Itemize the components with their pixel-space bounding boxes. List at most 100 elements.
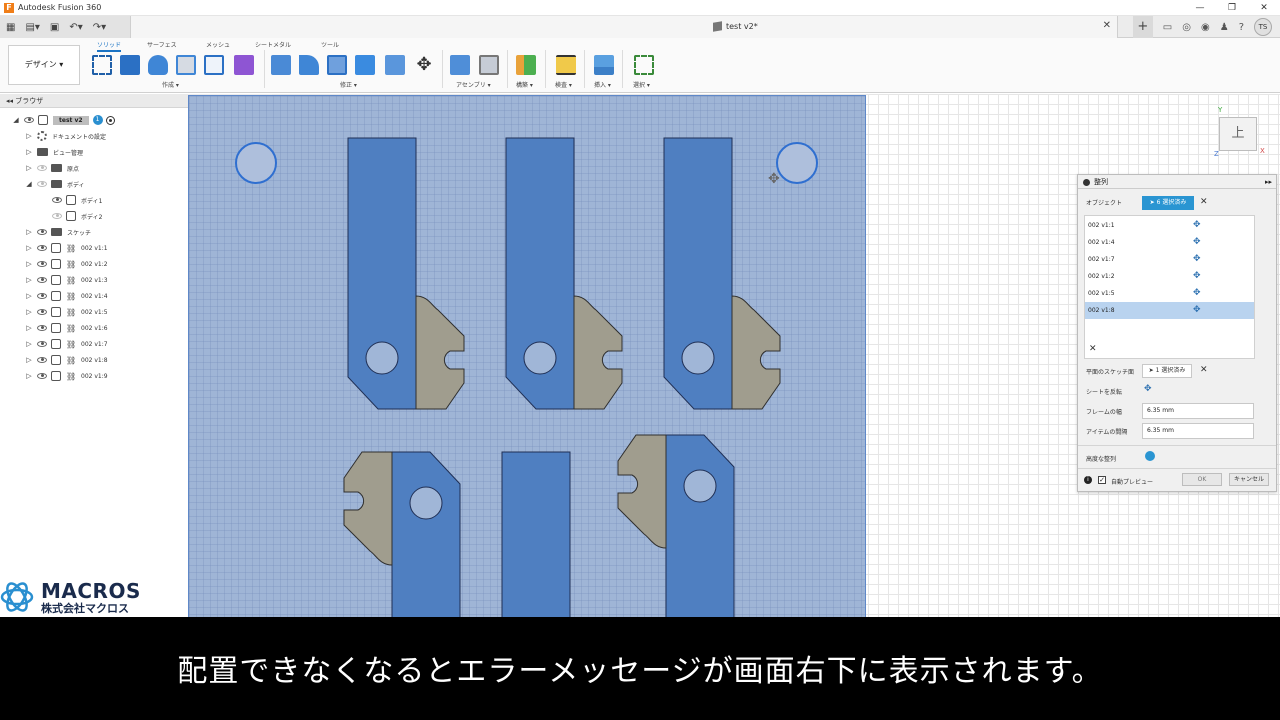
list-item-selected[interactable]: 002 v1:8 ✥ bbox=[1085, 302, 1254, 319]
tree-item[interactable]: ▷ ⛓ 002 v1:1 bbox=[25, 240, 108, 256]
help-icon[interactable]: ? bbox=[1239, 22, 1244, 33]
list-item[interactable]: 002 v1:7 ✥ bbox=[1085, 251, 1254, 268]
visibility-eye-icon[interactable] bbox=[37, 325, 47, 331]
expand-dialog-icon[interactable]: ▸▸ bbox=[1265, 175, 1272, 189]
minimize-icon[interactable]: — bbox=[1184, 0, 1216, 16]
document-tab[interactable]: test v2* ✕ bbox=[130, 16, 1118, 38]
insert-group-label[interactable]: 挿入 ▾ bbox=[594, 80, 611, 89]
chat-icon[interactable]: ▭ bbox=[1163, 22, 1172, 33]
select-group-label[interactable]: 選択 ▾ bbox=[633, 80, 650, 89]
move-handle-icon[interactable]: ✥ bbox=[1193, 217, 1201, 234]
extrude-icon[interactable] bbox=[120, 55, 140, 75]
align-icon[interactable] bbox=[385, 55, 405, 75]
expand-triangle-icon[interactable]: ▷ bbox=[25, 244, 33, 252]
collapse-triangle-icon[interactable]: ◢ bbox=[12, 116, 20, 124]
tree-item[interactable]: ▷ 原点 bbox=[25, 160, 79, 176]
cancel-button[interactable]: キャンセル bbox=[1229, 473, 1269, 486]
expand-triangle-icon[interactable]: ▷ bbox=[25, 148, 33, 156]
visibility-eye-icon[interactable] bbox=[37, 293, 47, 299]
alignment-hole-right[interactable] bbox=[776, 142, 818, 184]
part-002-v1-4[interactable] bbox=[505, 137, 623, 410]
remove-item-icon[interactable]: ✕ bbox=[1089, 344, 1097, 354]
expand-triangle-icon[interactable]: ▷ bbox=[25, 324, 33, 332]
tree-item[interactable]: ▷ ⛓ 002 v1:4 bbox=[25, 288, 108, 304]
construct-group-label[interactable]: 構築 ▾ bbox=[516, 80, 533, 89]
visibility-eye-icon[interactable] bbox=[37, 229, 47, 235]
flip-sheet-icon[interactable]: ✥ bbox=[1144, 384, 1152, 394]
inspect-group-label[interactable]: 検査 ▾ bbox=[555, 80, 572, 89]
tree-root[interactable]: ◢ test v2 1 bbox=[12, 112, 115, 128]
joint-icon[interactable] bbox=[479, 55, 499, 75]
revolve-icon[interactable] bbox=[148, 55, 168, 75]
tree-item[interactable]: ▷ ⛓ 002 v1:7 bbox=[25, 336, 108, 352]
collapse-browser-icon[interactable]: ◂◂ bbox=[6, 97, 15, 105]
tree-item[interactable]: ▷ ⛓ 002 v1:3 bbox=[25, 272, 108, 288]
notification-icon[interactable]: ♟ bbox=[1220, 22, 1229, 33]
tab-mesh[interactable]: メッシュ bbox=[206, 40, 230, 49]
visibility-eye-icon[interactable] bbox=[37, 245, 47, 251]
ok-button[interactable]: OK bbox=[1182, 473, 1222, 486]
tree-item[interactable]: ボディ1 bbox=[52, 192, 102, 208]
offset-plane-icon[interactable] bbox=[516, 55, 536, 75]
activate-target-icon[interactable] bbox=[105, 115, 115, 125]
list-item[interactable]: 002 v1:5 ✥ bbox=[1085, 285, 1254, 302]
tree-item[interactable]: ▷ スケッチ bbox=[25, 224, 91, 240]
tree-item[interactable]: ▷ ⛓ 002 v1:2 bbox=[25, 256, 108, 272]
job-status-icon[interactable]: ◉ bbox=[1201, 22, 1210, 33]
tree-item[interactable]: ▷ ⛓ 002 v1:6 bbox=[25, 320, 108, 336]
visibility-eye-icon[interactable] bbox=[37, 341, 47, 347]
tree-item[interactable]: ボディ2 bbox=[52, 208, 102, 224]
collapse-triangle-icon[interactable]: ◢ bbox=[25, 180, 33, 188]
move-handle-icon[interactable]: ✥ bbox=[1193, 268, 1201, 285]
part-002-v1-2[interactable] bbox=[343, 451, 461, 635]
workspace-switcher[interactable]: デザイン ▾ bbox=[8, 45, 80, 85]
assemble-group-label[interactable]: アセンブリ ▾ bbox=[456, 80, 491, 89]
measure-icon[interactable] bbox=[556, 55, 576, 75]
part-002-v1-7[interactable] bbox=[663, 137, 781, 410]
tree-item[interactable]: ▷ ⛓ 002 v1:8 bbox=[25, 352, 108, 368]
combine-icon[interactable] bbox=[355, 55, 375, 75]
press-pull-icon[interactable] bbox=[271, 55, 291, 75]
list-item[interactable]: 002 v1:2 ✥ bbox=[1085, 268, 1254, 285]
clear-sketch-icon[interactable]: ✕ bbox=[1200, 365, 1208, 375]
clear-objects-icon[interactable]: ✕ bbox=[1200, 197, 1208, 207]
expand-triangle-icon[interactable]: ▷ bbox=[25, 308, 33, 316]
modify-group-label[interactable]: 修正 ▾ bbox=[340, 80, 357, 89]
visibility-eye-icon[interactable] bbox=[37, 181, 47, 187]
close-window-icon[interactable]: ✕ bbox=[1248, 0, 1280, 16]
viewcube[interactable]: 上 bbox=[1219, 117, 1257, 151]
frame-width-input[interactable]: 6.35 mm bbox=[1142, 403, 1254, 419]
tab-tools[interactable]: ツール bbox=[321, 40, 339, 49]
tree-item[interactable]: ▷ ドキュメントの設定 bbox=[25, 128, 106, 144]
create-form-icon[interactable] bbox=[234, 55, 254, 75]
close-tab-icon[interactable]: ✕ bbox=[1103, 20, 1111, 31]
tree-item[interactable]: ▷ ビュー管理 bbox=[25, 144, 83, 160]
collapse-dialog-icon[interactable] bbox=[1083, 179, 1090, 186]
select-icon[interactable] bbox=[634, 55, 654, 75]
move-handle-icon[interactable]: ✥ bbox=[1193, 251, 1201, 268]
expand-triangle-icon[interactable]: ▷ bbox=[25, 260, 33, 268]
tree-item[interactable]: ▷ ⛓ 002 v1:9 bbox=[25, 368, 108, 384]
part-002-v1-8[interactable] bbox=[617, 434, 735, 635]
tab-surface[interactable]: サーフェス bbox=[147, 40, 177, 49]
expand-triangle-icon[interactable]: ▷ bbox=[25, 132, 33, 140]
visibility-eye-icon[interactable] bbox=[37, 309, 47, 315]
new-tab-button[interactable]: + bbox=[1132, 16, 1153, 38]
insert-image-icon[interactable] bbox=[594, 55, 614, 75]
move-handle-icon[interactable]: ✥ bbox=[1193, 234, 1201, 251]
create-sketch-icon[interactable] bbox=[92, 55, 112, 75]
hole-icon[interactable] bbox=[176, 55, 196, 75]
expand-triangle-icon[interactable]: ▷ bbox=[25, 340, 33, 348]
visibility-eye-icon[interactable] bbox=[37, 357, 47, 363]
advanced-arrange-icon[interactable] bbox=[1145, 451, 1155, 461]
visibility-eye-icon[interactable] bbox=[52, 197, 62, 203]
visibility-eye-icon[interactable] bbox=[37, 165, 47, 171]
part-002-v1-5[interactable] bbox=[501, 451, 571, 635]
tree-item[interactable]: ▷ ⛓ 002 v1:5 bbox=[25, 304, 108, 320]
visibility-eye-icon[interactable] bbox=[24, 117, 34, 123]
file-icon[interactable]: ▤▾ bbox=[25, 22, 39, 33]
tab-solid[interactable]: ソリッド bbox=[97, 40, 122, 52]
expand-triangle-icon[interactable]: ▷ bbox=[25, 356, 33, 364]
list-item[interactable]: 002 v1:4 ✥ bbox=[1085, 234, 1254, 251]
undo-icon[interactable]: ↶▾ bbox=[69, 22, 82, 33]
